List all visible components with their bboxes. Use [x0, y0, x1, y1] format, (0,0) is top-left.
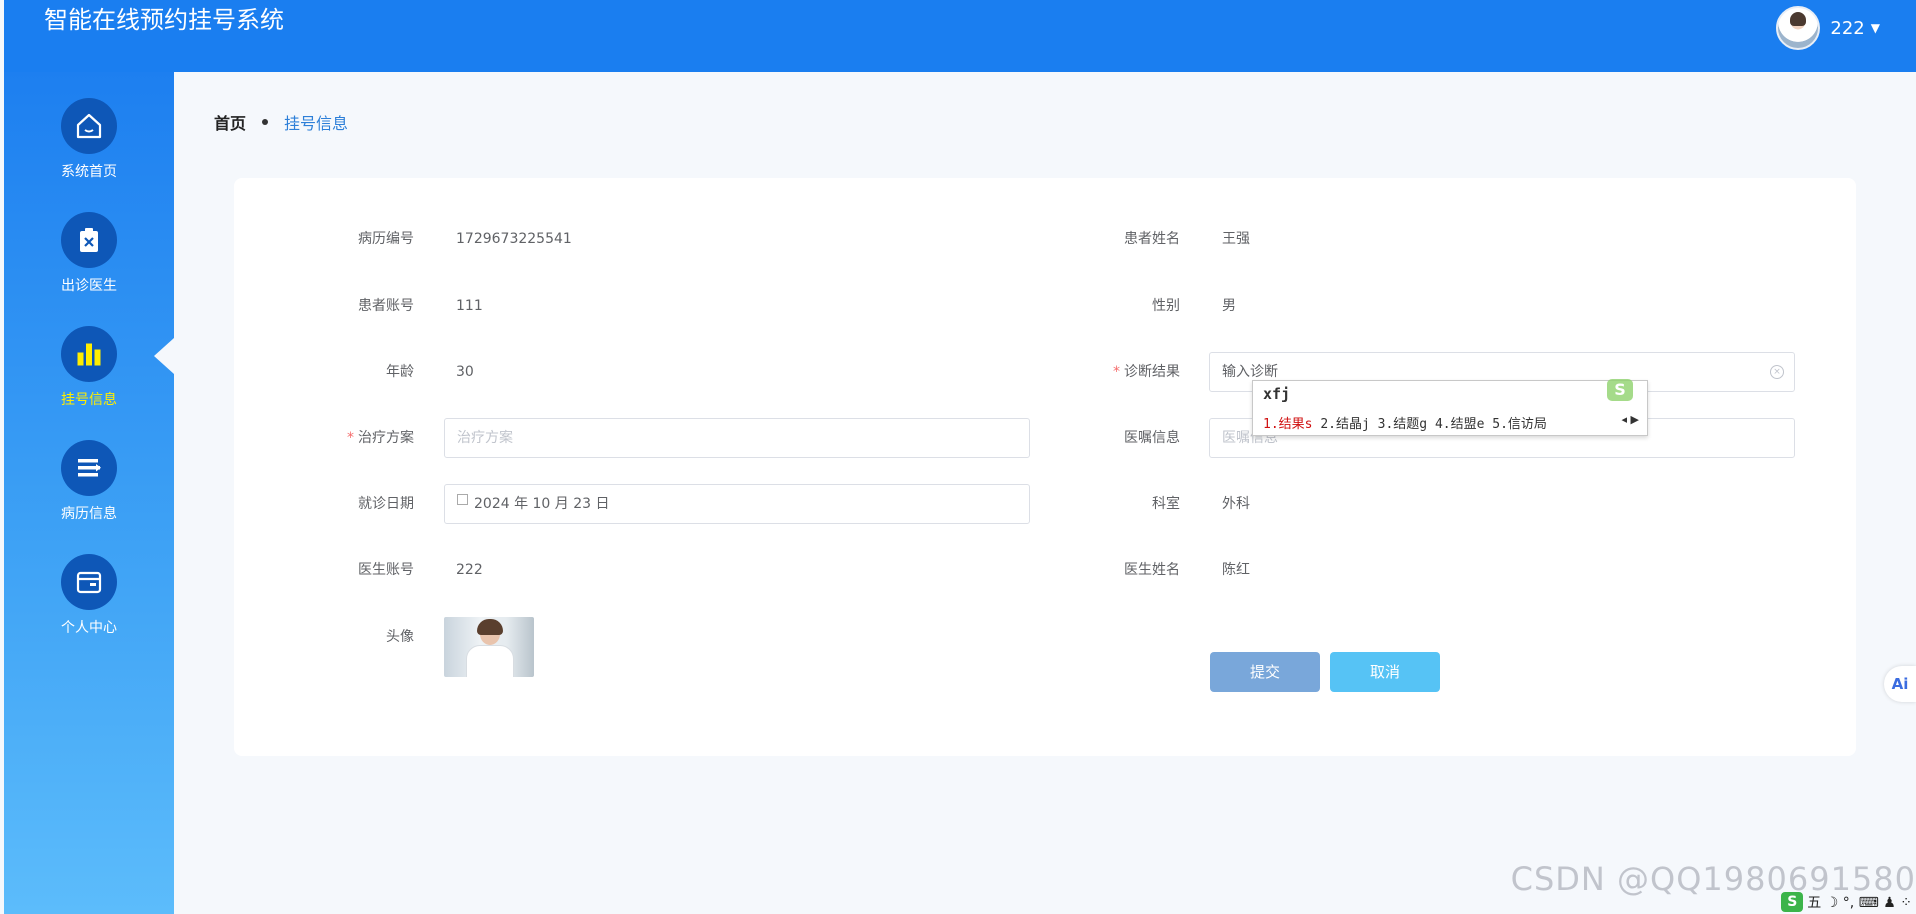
top-header: 智能在线预约挂号系统 222 ▼	[4, 0, 1916, 72]
clear-icon[interactable]: ×	[1770, 365, 1784, 379]
user-menu[interactable]: 222 ▼	[1776, 6, 1880, 50]
active-nav-pointer	[154, 338, 174, 374]
department-value: 外科	[1222, 496, 1250, 512]
patient-account-label: 患者账号	[358, 298, 414, 314]
sidebar-item-label: 病历信息	[61, 506, 117, 522]
diagnosis-label: * 诊断结果	[1060, 362, 1180, 382]
visit-date-label: 就诊日期	[358, 496, 414, 512]
breadcrumb: 首页 挂号信息	[214, 110, 348, 134]
diagnosis-label-text: 诊断结果	[1124, 364, 1180, 380]
sidebar-item-label: 出诊医生	[61, 278, 117, 294]
registration-form-card: 病历编号 1729673225541 患者姓名 王强 患者账号 111 性别 男…	[234, 178, 1856, 756]
ime-candidate[interactable]: 5.信访局	[1492, 417, 1547, 432]
calendar-icon	[457, 494, 468, 505]
age-value: 30	[456, 364, 474, 380]
sidebar-item-label: 挂号信息	[61, 392, 117, 408]
sidebar-item-profile[interactable]: 个人中心	[4, 554, 174, 654]
list-icon	[61, 440, 117, 496]
diagnosis-input-value: 输入诊断	[1222, 364, 1278, 380]
ai-assistant-button[interactable]: Ai	[1884, 666, 1916, 702]
sidebar-item-doctors[interactable]: 出诊医生	[4, 212, 174, 312]
patient-account-value: 111	[456, 298, 483, 314]
wallet-icon	[61, 554, 117, 610]
ime-composition: xfj	[1263, 385, 1291, 403]
sidebar-item-home[interactable]: 系统首页	[4, 98, 174, 198]
treatment-label-text: 治疗方案	[358, 430, 414, 446]
required-asterisk: *	[1113, 364, 1120, 380]
submit-button[interactable]: 提交	[1210, 652, 1320, 692]
ime-candidate-popup: xfj S 1.结果s 2.结晶j 3.结题g 4.结盟e 5.信访局 ◂ ▶	[1252, 379, 1648, 436]
sidebar-item-registration[interactable]: 挂号信息	[4, 326, 174, 426]
visit-date-value: 2024 年 10 月 23 日	[474, 496, 610, 512]
breadcrumb-separator	[262, 119, 269, 125]
app-title: 智能在线预约挂号系统	[44, 6, 284, 34]
gender-value: 男	[1222, 298, 1236, 314]
breadcrumb-current: 挂号信息	[284, 114, 349, 133]
doctor-avatar-image[interactable]	[444, 617, 534, 677]
treatment-input[interactable]: 治疗方案	[444, 418, 1030, 458]
doctor-account-label: 医生账号	[358, 562, 414, 578]
ime-tray-logo-icon[interactable]: S	[1781, 892, 1804, 912]
ime-page-arrows-icon[interactable]: ◂ ▶	[1622, 413, 1639, 426]
visit-date-input[interactable]: 2024 年 10 月 23 日	[444, 484, 1030, 524]
ime-candidate[interactable]: 1.结果s	[1263, 417, 1312, 432]
ime-tray-status[interactable]: 五 ☽ °, ⌨ ♟ ⁘	[1807, 892, 1912, 912]
treatment-label: * 治疗方案	[294, 428, 414, 448]
caret-down-icon: ▼	[1870, 21, 1880, 35]
avatar-coat	[466, 645, 514, 677]
required-asterisk: *	[347, 430, 354, 446]
sidebar-item-label: 系统首页	[61, 164, 117, 180]
avatar-label: 头像	[386, 629, 414, 645]
sidebar: 系统首页 出诊医生 挂号信息 病历信息 个人中心	[4, 72, 174, 914]
breadcrumb-home[interactable]: 首页	[214, 110, 246, 134]
sidebar-item-label: 个人中心	[61, 620, 117, 636]
department-label: 科室	[1152, 496, 1180, 512]
sidebar-item-records[interactable]: 病历信息	[4, 440, 174, 540]
bar-chart-icon	[61, 326, 117, 382]
avatar-hair	[477, 619, 503, 635]
home-icon	[61, 98, 117, 154]
ime-candidate[interactable]: 2.结晶j	[1320, 417, 1369, 432]
ime-status-tray: S 五 ☽ °, ⌨ ♟ ⁘	[1781, 890, 1912, 914]
treatment-placeholder: 治疗方案	[457, 430, 513, 446]
doctor-account-value: 222	[456, 562, 483, 578]
user-name: 222	[1830, 17, 1865, 39]
record-no-value: 1729673225541	[456, 231, 572, 247]
record-no-label: 病历编号	[358, 231, 414, 247]
ime-candidates: 1.结果s 2.结晶j 3.结题g 4.结盟e 5.信访局	[1263, 413, 1547, 432]
cancel-button[interactable]: 取消	[1330, 652, 1440, 692]
doctor-name-label: 医生姓名	[1124, 562, 1180, 578]
ime-logo-icon: S	[1607, 379, 1633, 401]
ime-candidate[interactable]: 3.结题g	[1378, 417, 1427, 432]
age-label: 年龄	[386, 364, 414, 380]
doctor-name-value: 陈红	[1222, 562, 1250, 578]
advice-label: 医嘱信息	[1124, 430, 1180, 446]
clipboard-x-icon	[61, 212, 117, 268]
gender-label: 性别	[1152, 298, 1180, 314]
ime-candidate[interactable]: 4.结盟e	[1435, 417, 1484, 432]
user-avatar	[1776, 6, 1821, 50]
patient-name-value: 王强	[1222, 231, 1250, 247]
patient-name-label: 患者姓名	[1124, 231, 1180, 247]
